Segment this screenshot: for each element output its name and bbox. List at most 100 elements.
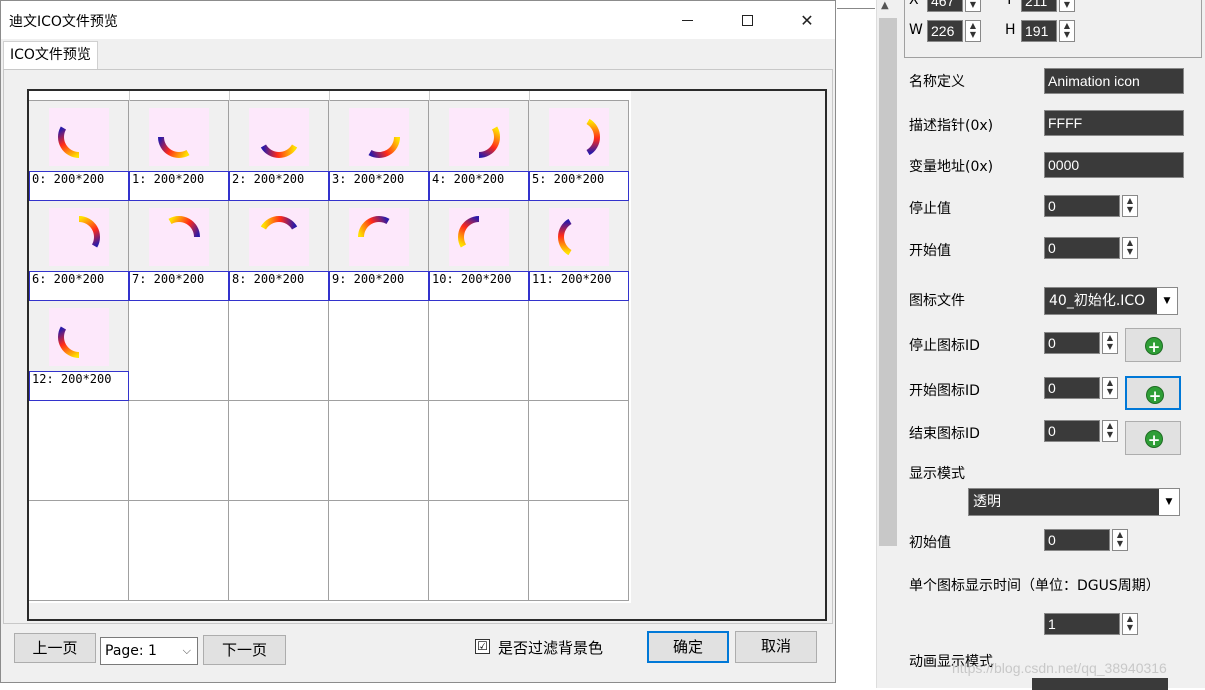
- grid-cell[interactable]: [229, 301, 329, 401]
- grid-cell[interactable]: 7: 200*200: [129, 201, 229, 301]
- w-spinner[interactable]: ▲ ▼: [965, 20, 981, 42]
- grid-cell[interactable]: [329, 401, 429, 501]
- init-value-spinner[interactable]: ▲ ▼: [1112, 529, 1128, 551]
- end-icon-id-spinner[interactable]: ▲ ▼: [1102, 420, 1118, 442]
- end-icon-id-input[interactable]: 0: [1044, 420, 1100, 442]
- desc-pointer-input[interactable]: FFFF: [1044, 110, 1184, 136]
- add-end-icon-button[interactable]: +: [1125, 421, 1181, 455]
- scroll-up-icon[interactable]: ▲: [881, 0, 889, 11]
- grid-cell[interactable]: 10: 200*200: [429, 201, 529, 301]
- add-stop-icon-button[interactable]: +: [1125, 328, 1181, 362]
- spinner-icon: [149, 208, 209, 266]
- grid-cell[interactable]: 8: 200*200: [229, 201, 329, 301]
- cancel-button[interactable]: 取消: [735, 631, 817, 663]
- grid-cell[interactable]: 9: 200*200: [329, 201, 429, 301]
- grid-cell[interactable]: [329, 501, 429, 601]
- name-input[interactable]: Animation icon: [1044, 68, 1184, 94]
- y-input[interactable]: 211: [1021, 0, 1057, 12]
- grid-cell[interactable]: [129, 301, 229, 401]
- y-spinner[interactable]: ▲▼: [1059, 0, 1075, 12]
- icon-caption: 6: 200*200: [29, 271, 129, 301]
- stop-value-spinner[interactable]: ▲ ▼: [1122, 195, 1138, 217]
- grid-cell[interactable]: 5: 200*200: [529, 101, 629, 201]
- start-value-spinner[interactable]: ▲ ▼: [1122, 237, 1138, 259]
- h-label: H: [1005, 22, 1016, 38]
- grid-cell[interactable]: [429, 301, 529, 401]
- close-button[interactable]: ✕: [777, 1, 837, 39]
- icon-caption: 1: 200*200: [129, 171, 229, 201]
- icon-caption: 9: 200*200: [329, 271, 429, 301]
- stop-value-input[interactable]: 0: [1044, 195, 1120, 217]
- h-input[interactable]: 191: [1021, 20, 1057, 42]
- start-value-label: 开始值: [909, 243, 951, 259]
- anim-mode-select[interactable]: [1032, 678, 1168, 690]
- plus-icon: +: [1146, 386, 1164, 405]
- stop-value-label: 停止值: [909, 201, 951, 217]
- grid-cell[interactable]: [129, 401, 229, 501]
- grid-cell[interactable]: [529, 401, 629, 501]
- icon-caption: 11: 200*200: [529, 271, 629, 301]
- page-select-value: Page: 1: [105, 643, 157, 659]
- stop-icon-id-input[interactable]: 0: [1044, 332, 1100, 354]
- page-select[interactable]: Page: 1 ⌵: [100, 637, 198, 665]
- grid-cell[interactable]: 4: 200*200: [429, 101, 529, 201]
- x-spinner[interactable]: ▲▼: [965, 0, 981, 12]
- single-icon-time-spinner[interactable]: ▲ ▼: [1122, 613, 1138, 635]
- grid-cell[interactable]: 0: 200*200: [29, 101, 129, 201]
- start-value-input[interactable]: 0: [1044, 237, 1120, 259]
- filter-background-checkbox[interactable]: ☑: [475, 639, 490, 654]
- maximize-button[interactable]: [717, 1, 777, 39]
- grid-cell[interactable]: 6: 200*200: [29, 201, 129, 301]
- single-icon-time-input[interactable]: 1: [1044, 613, 1120, 635]
- w-label: W: [909, 22, 923, 38]
- grid-cell[interactable]: 3: 200*200: [329, 101, 429, 201]
- minimize-button[interactable]: [657, 1, 717, 39]
- single-icon-time-label: 单个图标显示时间（单位：DGUS周期）: [909, 578, 1160, 594]
- grid-cell[interactable]: 1: 200*200: [129, 101, 229, 201]
- grid-cell[interactable]: [329, 301, 429, 401]
- init-value-input[interactable]: 0: [1044, 529, 1110, 551]
- h-spinner[interactable]: ▲ ▼: [1059, 20, 1075, 42]
- grid-cell[interactable]: 12: 200*200: [29, 301, 129, 401]
- grid-cell[interactable]: [429, 401, 529, 501]
- var-address-input[interactable]: 0000: [1044, 152, 1184, 178]
- display-mode-select[interactable]: 透明 ▼: [968, 488, 1180, 516]
- x-input[interactable]: 467: [927, 0, 963, 12]
- grid-cell[interactable]: [529, 501, 629, 601]
- icon-grid-frame: 0: 200*200 1: 200*200 2: 200*200 3: 200*200…: [27, 89, 827, 621]
- icon-grid[interactable]: 0: 200*200 1: 200*200 2: 200*200 3: 200*200…: [29, 91, 631, 603]
- icon-file-select[interactable]: 40_初始化.ICO ▼: [1044, 287, 1178, 315]
- start-icon-id-input[interactable]: 0: [1044, 377, 1100, 399]
- spinner-icon: [249, 208, 309, 266]
- ok-button[interactable]: 确定: [647, 631, 729, 663]
- grid-cell[interactable]: 2: 200*200: [229, 101, 329, 201]
- w-input[interactable]: 226: [927, 20, 963, 42]
- grid-cell[interactable]: [29, 401, 129, 501]
- start-icon-id-spinner[interactable]: ▲ ▼: [1102, 377, 1118, 399]
- spinner-icon: [49, 108, 109, 166]
- grid-cell[interactable]: [29, 501, 129, 601]
- grid-cell[interactable]: [129, 501, 229, 601]
- next-page-button[interactable]: 下一页: [203, 635, 286, 665]
- stop-icon-id-label: 停止图标ID: [909, 338, 980, 354]
- prev-page-button[interactable]: 上一页: [14, 633, 96, 663]
- grid-cell[interactable]: [529, 301, 629, 401]
- ico-preview-dialog: 迪文ICO文件预览 ✕ ICO文件预览 0: 200*200 1: 200*200…: [0, 0, 836, 683]
- display-mode-label: 显示模式: [909, 466, 965, 482]
- stop-icon-id-spinner[interactable]: ▲ ▼: [1102, 332, 1118, 354]
- title-bar[interactable]: 迪文ICO文件预览 ✕: [1, 1, 835, 39]
- grid-cell[interactable]: [229, 501, 329, 601]
- filter-background-label: 是否过滤背景色: [498, 639, 604, 657]
- tab-ico-preview[interactable]: ICO文件预览: [3, 41, 98, 69]
- add-start-icon-button[interactable]: +: [1125, 376, 1181, 410]
- icon-file-value: 40_初始化.ICO: [1049, 293, 1146, 309]
- scrollbar-thumb[interactable]: [879, 18, 897, 546]
- end-icon-id-label: 结束图标ID: [909, 426, 980, 442]
- spinner-icon: [549, 108, 609, 166]
- grid-cell[interactable]: [429, 501, 529, 601]
- grid-cell[interactable]: [229, 401, 329, 501]
- vertical-scrollbar[interactable]: ▲: [876, 0, 898, 688]
- icon-caption: 2: 200*200: [229, 171, 329, 201]
- grid-cell[interactable]: 11: 200*200: [529, 201, 629, 301]
- window-title: 迪文ICO文件预览: [9, 14, 118, 30]
